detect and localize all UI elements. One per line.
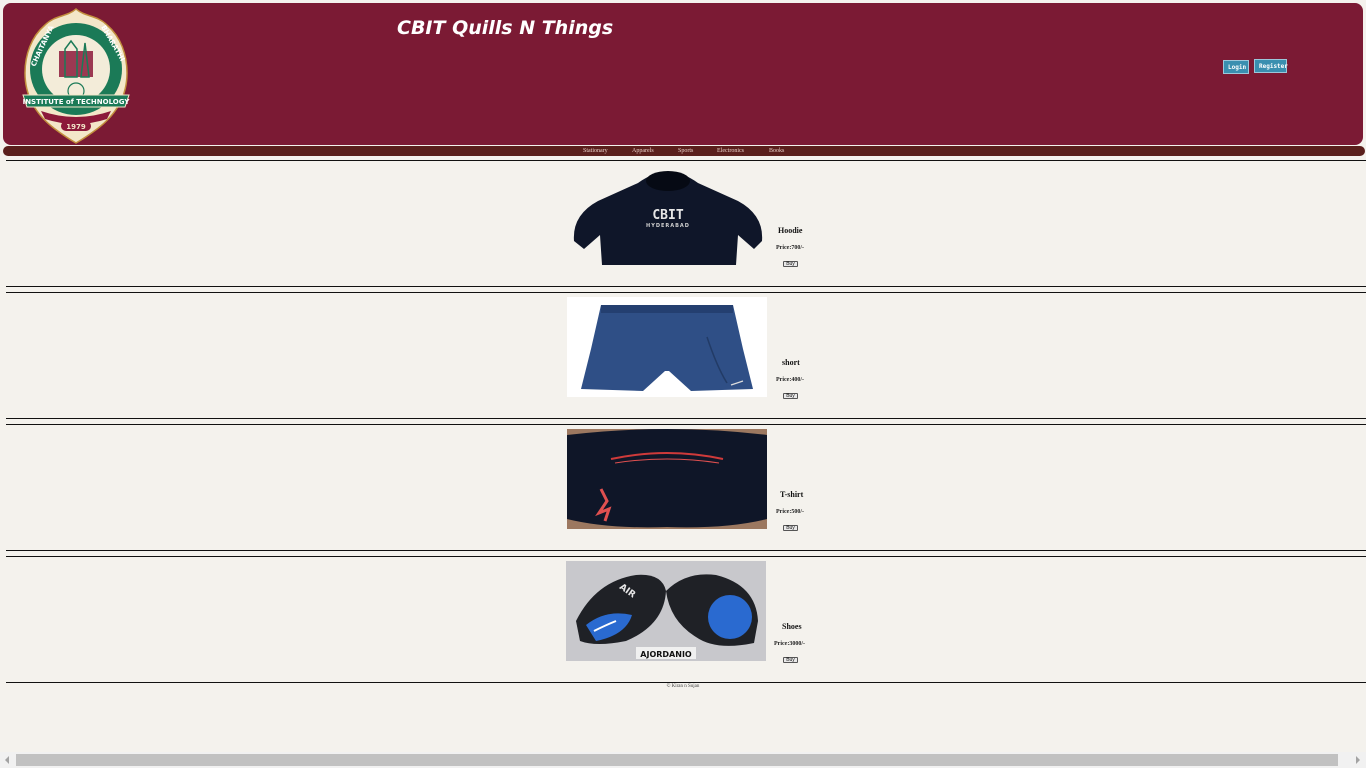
nav-item-sports[interactable]: Sports xyxy=(678,146,693,156)
blue-black-shoes-image[interactable]: AIR AJORDANIO xyxy=(566,561,766,661)
buy-button[interactable]: Buy xyxy=(783,393,798,399)
black-tshirt-image[interactable] xyxy=(567,429,767,529)
product-price: Price:400/- xyxy=(776,377,804,383)
buy-button[interactable]: Buy xyxy=(783,657,798,663)
product-card-hoodie: CBIT HYDERABAD Hoodie Price:700/- Buy xyxy=(6,160,1366,287)
product-price: Price:3000/- xyxy=(774,641,805,647)
product-price: Price:500/- xyxy=(776,509,804,515)
nav-item-electronics[interactable]: Electronics xyxy=(717,146,744,156)
product-name: short xyxy=(782,358,800,367)
logo-year: 1979 xyxy=(66,123,86,131)
buy-button[interactable]: Buy xyxy=(783,525,798,531)
nav-item-books[interactable]: Books xyxy=(769,146,784,156)
nav-item-apparels[interactable]: Apparels xyxy=(632,146,654,156)
product-card-shoes: AIR AJORDANIO Shoes Price:3000/- Buy xyxy=(6,556,1366,683)
scroll-right-arrow-icon[interactable] xyxy=(1356,756,1360,764)
site-title: CBIT Quills N Things xyxy=(397,17,614,39)
nav-item-stationary[interactable]: Stationary xyxy=(583,146,608,156)
register-button[interactable]: Register xyxy=(1254,59,1288,73)
buy-button[interactable]: Buy xyxy=(783,261,798,267)
hoodie-print-subtext: HYDERABAD xyxy=(646,223,690,229)
product-card-short: short Price:400/- Buy xyxy=(6,292,1366,419)
blue-shorts-image[interactable] xyxy=(567,297,767,397)
cbit-logo: CHAITANYA BHARATHI INSTITUTE of TECHNOLO… xyxy=(22,7,131,144)
scroll-left-arrow-icon[interactable] xyxy=(5,756,9,764)
product-name: Shoes xyxy=(782,622,802,631)
product-name: T-shirt xyxy=(780,490,804,499)
site-header: CHAITANYA BHARATHI INSTITUTE of TECHNOLO… xyxy=(3,3,1363,145)
footer-copyright: © Kiran n Sujan xyxy=(666,684,700,689)
scrollbar-thumb[interactable] xyxy=(16,754,1338,766)
product-price: Price:700/- xyxy=(776,245,804,251)
horizontal-scrollbar[interactable] xyxy=(0,752,1366,768)
shoe-brand-text: AJORDANIO xyxy=(640,650,692,659)
black-hoodie-image[interactable]: CBIT HYDERABAD xyxy=(568,165,768,265)
product-card-tshirt: T-shirt Price:500/- Buy xyxy=(6,424,1366,551)
logo-banner-text: INSTITUTE of TECHNOLOGY xyxy=(23,98,131,106)
hoodie-print-text: CBIT xyxy=(652,208,683,223)
category-nav: Stationary Apparels Sports Electronics B… xyxy=(3,146,1365,156)
login-button[interactable]: Login xyxy=(1223,60,1249,74)
product-name: Hoodie xyxy=(778,226,803,235)
